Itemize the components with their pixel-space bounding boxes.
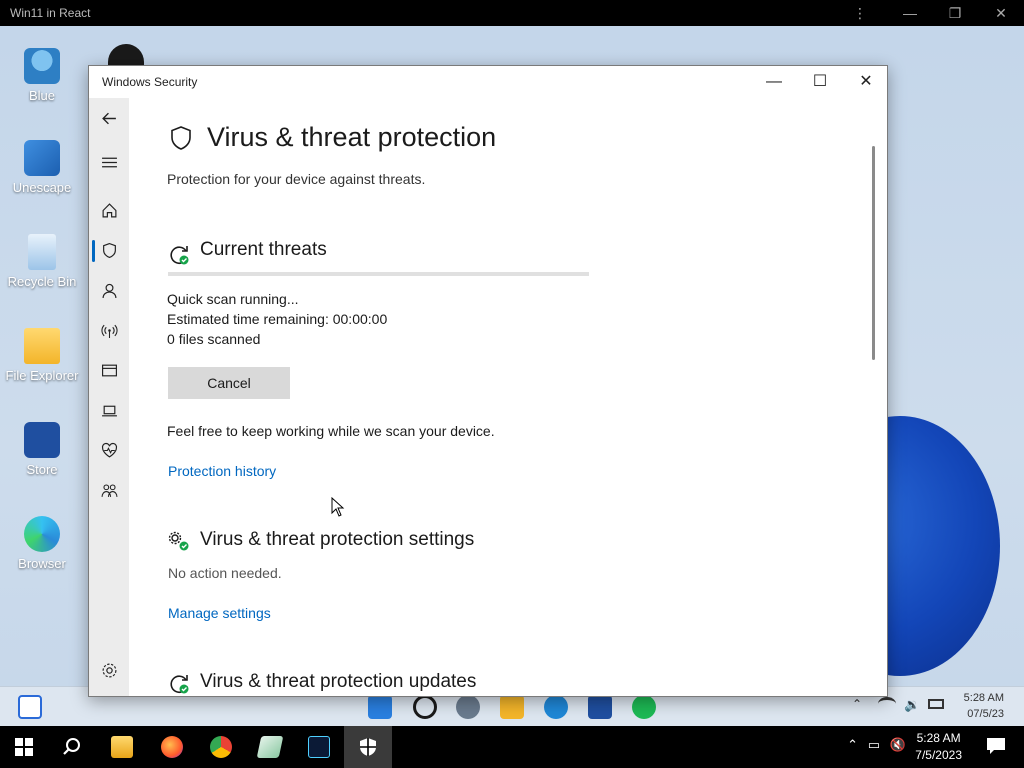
close-button[interactable]: ✕ (843, 66, 887, 98)
cancel-scan-button[interactable]: Cancel (168, 367, 290, 399)
settings-gears-icon (168, 531, 189, 551)
files-scanned: 0 files scanned (167, 331, 260, 347)
menu-icon[interactable] (97, 150, 121, 174)
back-icon[interactable] (97, 106, 121, 130)
wifi-icon[interactable] (878, 697, 896, 711)
spotify-icon[interactable] (632, 695, 656, 719)
settings-icon[interactable] (456, 695, 480, 719)
account-icon[interactable] (97, 278, 121, 302)
desktop-icon-file-explorer[interactable]: File Explorer (0, 328, 84, 383)
store-icon (24, 422, 60, 458)
host-minimize-button[interactable]: — (898, 3, 922, 23)
file-explorer-icon[interactable] (98, 726, 146, 768)
desktop-icon-blue[interactable]: Blue (0, 48, 84, 103)
desktop-icon-recycle-bin[interactable]: Recycle Bin (0, 234, 84, 289)
main-content: Virus & threat protection Protection for… (129, 98, 877, 696)
widgets-icon[interactable] (18, 695, 42, 719)
home-icon[interactable] (97, 198, 121, 222)
protection-history-link[interactable]: Protection history (168, 463, 276, 479)
updates-refresh-icon (170, 675, 189, 694)
scan-progress-bar (168, 272, 589, 276)
volume-icon[interactable]: 🔉 (904, 697, 920, 713)
current-threats-heading: Current threats (200, 239, 327, 260)
navigation-pane (89, 98, 129, 696)
inner-clock-time: 5:28 AM (963, 692, 1004, 704)
window-title: Windows Security (102, 75, 198, 89)
desktop-icon-store[interactable]: Store (0, 422, 84, 477)
protection-updates-heading: Virus & threat protection updates (200, 671, 477, 692)
nav-selection-indicator (92, 240, 95, 262)
host-title-bar: Win11 in React ⋮ — ❐ ✕ (0, 0, 1024, 26)
network-tray-icon[interactable]: ▭ (868, 737, 880, 753)
settings-gear-icon[interactable] (97, 658, 121, 682)
volume-muted-icon[interactable]: 🔇 (890, 737, 906, 753)
battery-icon[interactable] (928, 699, 944, 709)
time-remaining: Estimated time remaining: 00:00:00 (167, 311, 387, 327)
edge-browser-icon[interactable] (544, 695, 568, 719)
time-remaining-label: Estimated time remaining: (167, 311, 329, 327)
folder-icon (24, 328, 60, 364)
recycle-bin-icon (28, 234, 56, 270)
search-icon[interactable] (48, 726, 96, 768)
device-security-icon[interactable] (97, 398, 121, 422)
notepad-icon[interactable] (246, 726, 294, 768)
manage-settings-link[interactable]: Manage settings (168, 605, 271, 621)
scrollbar[interactable] (872, 146, 875, 360)
search-icon[interactable] (413, 695, 437, 719)
host-close-button[interactable]: ✕ (989, 3, 1013, 23)
edge-browser-icon (24, 516, 60, 552)
system-clock[interactable]: 5:28 AM 7/5/2023 (915, 730, 962, 764)
files-scanned-count: 0 (167, 331, 175, 347)
start-icon[interactable] (0, 726, 48, 768)
desktop-icon-unescape[interactable]: Unescape (0, 140, 84, 195)
clock-date: 7/5/2023 (915, 748, 962, 762)
shield-icon (171, 126, 191, 150)
host-restore-button[interactable]: ❐ (943, 3, 967, 23)
scan-info-text: Feel free to keep working while we scan … (167, 423, 495, 439)
page-title: Virus & threat protection (207, 122, 497, 152)
time-remaining-value: 00:00:00 (332, 311, 388, 327)
network-icon[interactable] (97, 318, 121, 342)
clock-time: 5:28 AM (916, 731, 961, 745)
minimize-button[interactable]: — (751, 66, 797, 98)
tray-chevron-icon[interactable]: ⌃ (847, 737, 858, 753)
scan-refresh-icon (170, 246, 189, 265)
react-app-icon[interactable] (295, 726, 343, 768)
user-icon (24, 48, 60, 84)
files-scanned-label: files scanned (178, 331, 261, 347)
window-title-bar[interactable]: Windows Security — ☐ ✕ (89, 66, 887, 98)
notification-icon[interactable] (986, 737, 1006, 755)
inner-clock-date: 07/5/23 (967, 708, 1004, 720)
inner-clock[interactable]: 5:28 AM 07/5/23 (964, 690, 1004, 722)
chrome-icon[interactable] (197, 726, 245, 768)
maximize-button[interactable]: ☐ (797, 66, 843, 98)
firefox-icon[interactable] (148, 726, 196, 768)
scan-status: Quick scan running... (167, 291, 299, 307)
page-subtitle: Protection for your device against threa… (167, 171, 426, 187)
desktop-icon-browser[interactable]: Browser (0, 516, 84, 571)
shield-icon[interactable] (97, 238, 121, 262)
host-more-icon[interactable]: ⋮ (848, 3, 872, 23)
windows-security-window: Windows Security — ☐ ✕ Virus & threat pr… (88, 65, 888, 697)
health-icon[interactable] (97, 438, 121, 462)
windows-security-taskbar-icon[interactable] (344, 726, 392, 768)
taskbar: ⌃ ▭ 🔇 5:28 AM 7/5/2023 (0, 726, 1024, 768)
tray-chevron-icon[interactable]: ⌃ (852, 697, 862, 711)
protection-settings-heading: Virus & threat protection settings (200, 529, 475, 550)
family-icon[interactable] (97, 478, 121, 502)
store-icon[interactable] (588, 695, 612, 719)
protection-settings-status: No action needed. (168, 565, 282, 581)
file-explorer-icon[interactable] (500, 695, 524, 719)
start-icon[interactable] (368, 695, 392, 719)
app-browser-icon[interactable] (97, 358, 121, 382)
host-title: Win11 in React (10, 6, 91, 20)
mouse-cursor-icon (331, 497, 345, 517)
unescape-app-icon (24, 140, 60, 176)
